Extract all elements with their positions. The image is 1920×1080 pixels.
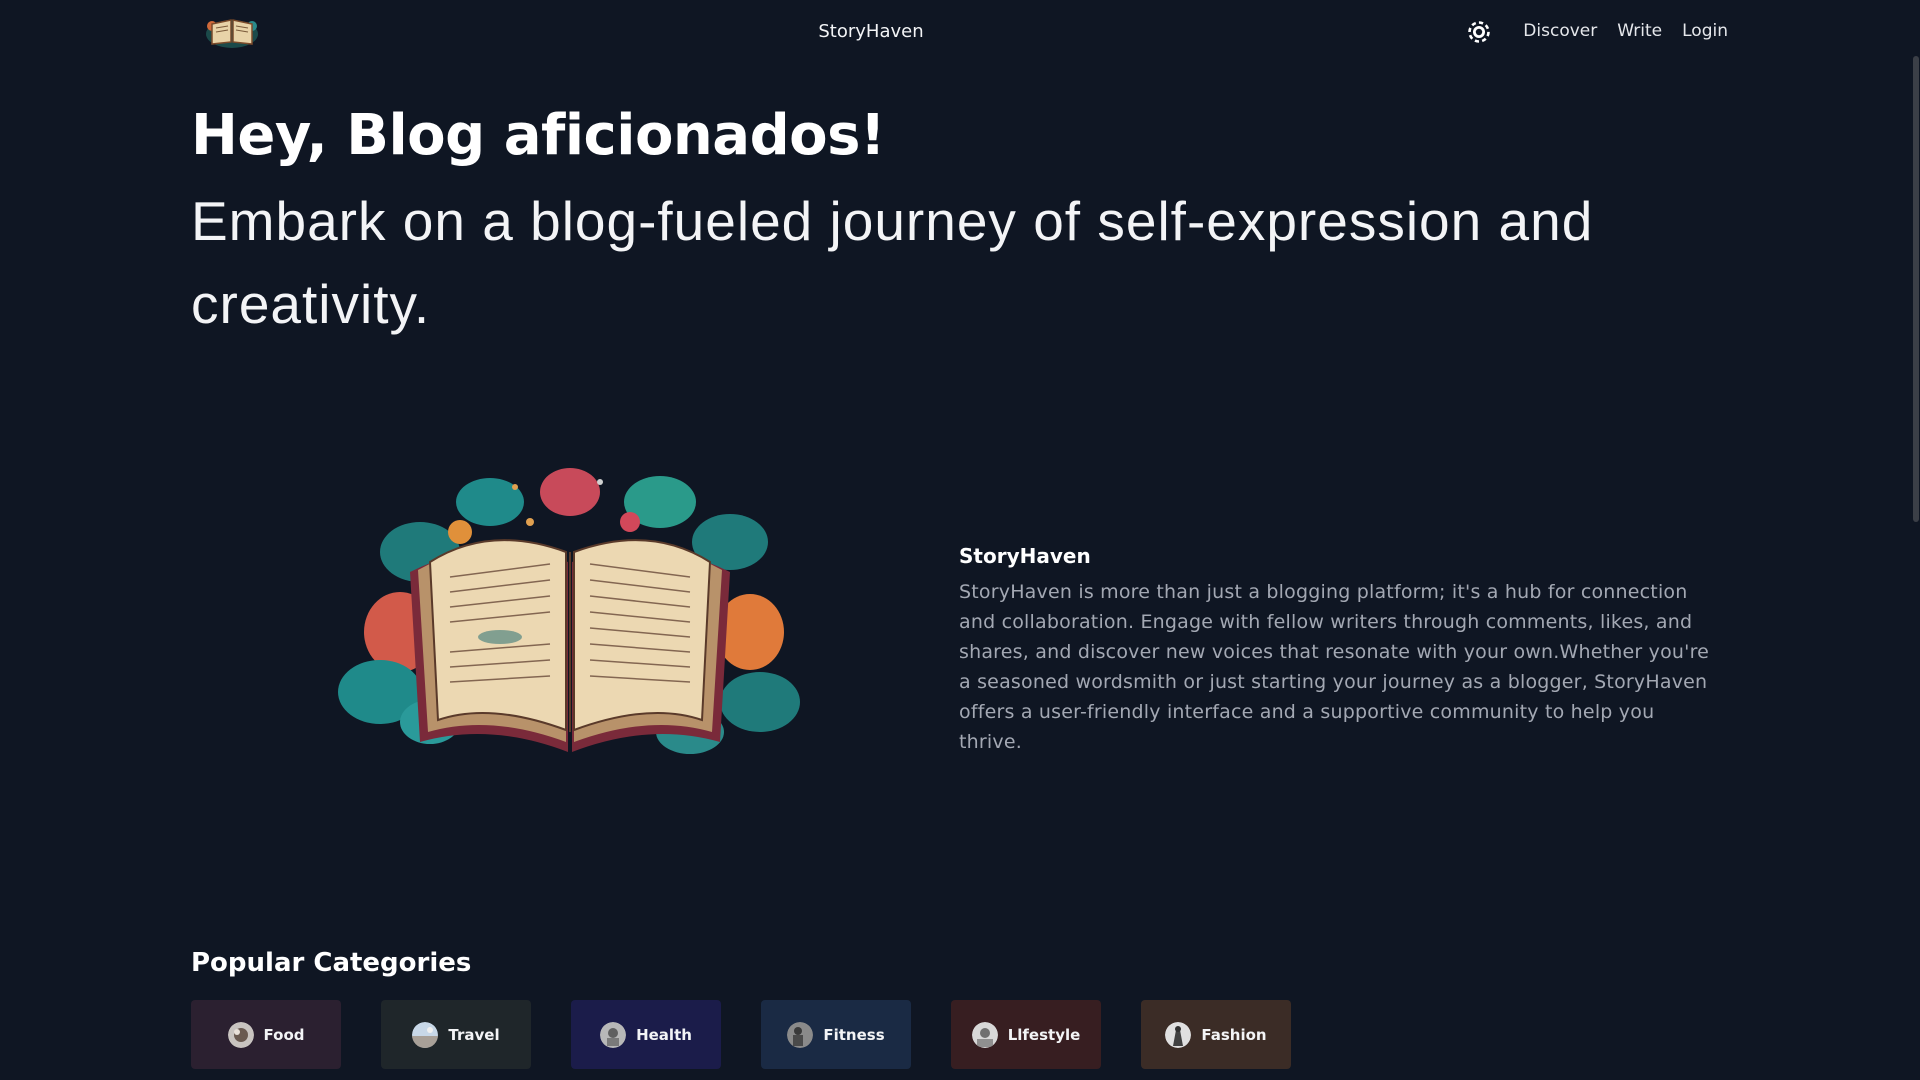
category-fitness[interactable]: Fitness: [761, 1000, 911, 1069]
category-food[interactable]: Food: [191, 1000, 341, 1069]
category-lifestyle[interactable]: Llfestyle: [951, 1000, 1101, 1069]
nav-link-discover[interactable]: Discover: [1523, 21, 1597, 41]
category-label: Fashion: [1201, 1025, 1267, 1044]
categories-list: Food Travel Health Fitness Llfestyle Fas…: [191, 1000, 1291, 1069]
health-avatar-icon: [600, 1021, 627, 1048]
fitness-avatar-icon: [787, 1021, 814, 1048]
travel-avatar-icon: [412, 1021, 439, 1048]
category-label: Fitness: [823, 1025, 885, 1044]
category-label: Llfestyle: [1007, 1025, 1081, 1044]
hero-title: Hey, Blog aficionados!: [191, 103, 886, 168]
category-label: Health: [636, 1025, 692, 1044]
about-text: StoryHaven is more than just a blogging …: [959, 581, 1710, 753]
about-section: StoryHaven StoryHaven is more than just …: [959, 544, 1719, 757]
category-label: Food: [263, 1025, 305, 1044]
nav-link-write[interactable]: Write: [1617, 21, 1662, 41]
page-scrollbar[interactable]: [1912, 0, 1920, 1080]
category-travel[interactable]: Travel: [381, 1000, 531, 1069]
fashion-avatar-icon: [1165, 1021, 1192, 1048]
nav-links: Discover Write Login: [1523, 21, 1728, 41]
category-health[interactable]: Health: [571, 1000, 721, 1069]
open-book-illustration: [338, 468, 800, 754]
navbar: StoryHaven Discover Write Login: [0, 0, 1920, 64]
scrollbar-thumb[interactable]: [1913, 56, 1919, 522]
about-title: StoryHaven: [959, 544, 1091, 568]
hero-subtitle: Embark on a blog-fueled journey of self-…: [191, 190, 1594, 335]
category-fashion[interactable]: Fashion: [1141, 1000, 1291, 1069]
nav-link-login[interactable]: Login: [1682, 21, 1728, 41]
categories-heading: Popular Categories: [191, 948, 472, 978]
sun-icon[interactable]: [1466, 19, 1492, 45]
food-avatar-icon: [227, 1021, 254, 1048]
lifestyle-avatar-icon: [971, 1021, 998, 1048]
category-label: Travel: [448, 1025, 500, 1044]
